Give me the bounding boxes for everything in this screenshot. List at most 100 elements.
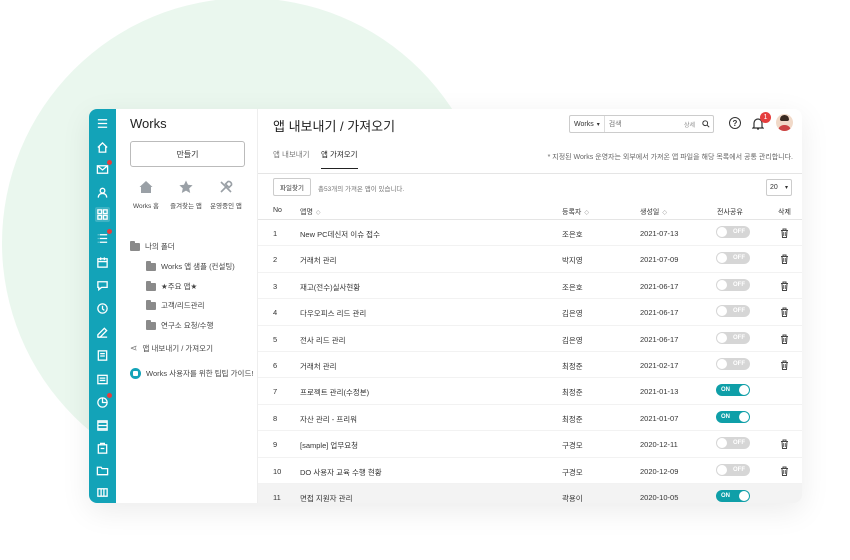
chat-icon[interactable]	[95, 278, 110, 293]
column-app-name[interactable]: 앱명 ◇	[300, 207, 321, 217]
folder-item[interactable]: 연구소 요청/수행	[146, 319, 213, 331]
table-row[interactable]: 2 거래처 관리 박지영 2021-07-09 OFF	[258, 246, 802, 273]
share-toggle[interactable]: OFF	[716, 305, 750, 318]
share-toggle[interactable]: OFF	[716, 226, 750, 238]
app-name[interactable]: 프로젝트 관리(수정본)	[300, 387, 369, 398]
owner-name: 최정준	[562, 414, 583, 424]
folder-item[interactable]: ★주요 앱★	[146, 280, 197, 292]
created-date: 2021-07-09	[640, 255, 679, 265]
apps-icon[interactable]	[95, 485, 110, 500]
list-icon[interactable]	[95, 229, 112, 246]
owner-name: 김은영	[562, 335, 583, 345]
works-icon[interactable]	[95, 207, 110, 222]
app-name[interactable]: DO 사용자 교육 수행 현황	[300, 467, 382, 478]
help-icon[interactable]: ?	[729, 117, 741, 129]
quick-works-home[interactable]: Works 홈	[126, 179, 166, 210]
table-row[interactable]: 9 [sample] 업무요청 구경모 2020-12-11 OFF	[258, 431, 802, 458]
trash-icon[interactable]	[780, 307, 789, 318]
trash-icon[interactable]	[780, 466, 789, 476]
app-name[interactable]: 거래처 관리	[300, 255, 337, 266]
clock-icon[interactable]	[95, 301, 110, 316]
main-content: 앱 내보내기 / 가져오기 Works ▾ 상세 ? 1 앱 내보내기 앱 가져…	[258, 109, 802, 503]
trash-icon[interactable]	[780, 281, 789, 291]
share-toggle[interactable]: ON	[716, 490, 750, 502]
avatar[interactable]	[776, 114, 793, 131]
search-input[interactable]	[604, 116, 684, 132]
export-import-link[interactable]: ⋖ 앱 내보내기 / 가져오기	[130, 343, 213, 354]
quick-favorite-apps[interactable]: 즐겨찾는 앱	[166, 179, 206, 210]
table-row[interactable]: 3 재고(전수)실사현황 조은호 2021-06-17 OFF	[258, 273, 802, 300]
table-row[interactable]: 7 프로젝트 관리(수정본) 최정준 2021-01-13 ON	[258, 378, 802, 405]
board-icon[interactable]	[95, 372, 110, 387]
search-scope-select[interactable]: Works ▾	[570, 116, 605, 132]
tab-import[interactable]: 앱 가져오기	[321, 149, 358, 169]
table-row[interactable]: 1 New PC데신저 이슈 접수 조은호 2021-07-13 OFF	[258, 220, 802, 247]
table-row[interactable]: 11 면접 지원자 관리 곽용이 2020-10-05 ON	[258, 484, 802, 503]
trash-icon[interactable]	[780, 360, 789, 370]
share-toggle[interactable]: OFF	[716, 278, 750, 291]
table-row[interactable]: 8 자산 관리 - 프리워 최정준 2021-01-07 ON	[258, 405, 802, 432]
app-name[interactable]: New PC데신저 이슈 접수	[300, 229, 380, 240]
app-name[interactable]: [sample] 업무요청	[300, 440, 358, 451]
table-row[interactable]: 4 다우오피스 리드 관리 김은영 2021-06-17 OFF	[258, 299, 802, 326]
share-toggle[interactable]: OFF	[716, 358, 750, 370]
share-toggle[interactable]: OFF	[716, 463, 750, 476]
share-toggle[interactable]: OFF	[716, 331, 750, 344]
search-bar: Works ▾ 상세	[569, 115, 714, 133]
trash-icon[interactable]	[780, 334, 789, 344]
calendar-icon[interactable]	[95, 255, 110, 270]
folder-item[interactable]: 고객/리드관리	[146, 299, 204, 311]
created-date: 2021-01-07	[640, 413, 679, 423]
edit-icon[interactable]	[95, 325, 110, 340]
quick-label: Works 홈	[132, 203, 160, 210]
folder-icon[interactable]	[95, 463, 110, 478]
owner-name: 최정준	[562, 388, 583, 398]
home-icon[interactable]	[95, 140, 110, 155]
folder-icon	[130, 240, 140, 251]
row-number: 7	[273, 387, 278, 397]
folder-item[interactable]: Works 앱 샘플 (컨설팅)	[146, 260, 235, 272]
divider	[258, 173, 802, 174]
file-find-button[interactable]: 파일찾기	[273, 178, 311, 196]
quick-operating-apps[interactable]: 운영중인 앱	[206, 179, 246, 210]
report-icon[interactable]	[95, 393, 112, 410]
share-toggle[interactable]: ON	[716, 384, 750, 397]
document-icon[interactable]	[95, 348, 110, 363]
my-folder[interactable]: 나의 폴더	[130, 240, 175, 252]
contacts-icon[interactable]	[95, 185, 110, 200]
table-row[interactable]: 5 전사 리드 관리 김은영 2021-06-17 OFF	[258, 326, 802, 352]
storage-icon[interactable]	[95, 418, 110, 433]
guide-link[interactable]: Works 사용자를 위한 팁팁 가이드!	[130, 368, 253, 379]
share-toggle[interactable]: ON	[716, 410, 750, 423]
table-header: No 앱명 ◇ 등록자 ◇ 생성일 ◇ 전사공유 삭제	[258, 203, 802, 220]
guide-icon	[130, 368, 141, 379]
sidebar-title: Works	[130, 116, 167, 131]
row-number: 1	[273, 229, 278, 238]
trash-icon[interactable]	[780, 228, 789, 238]
trash-icon[interactable]	[780, 439, 789, 450]
created-date: 2020-10-05	[640, 493, 679, 502]
app-name[interactable]: 거래처 관리	[300, 361, 337, 372]
app-name[interactable]: 재고(전수)실사현황	[300, 282, 360, 293]
approval-icon[interactable]	[95, 441, 110, 456]
column-created[interactable]: 생성일 ◇	[640, 207, 667, 217]
search-detail-toggle[interactable]: 상세	[684, 120, 699, 129]
search-icon[interactable]	[699, 120, 713, 128]
page-size-select[interactable]: 20 ▾	[766, 179, 792, 196]
share-toggle[interactable]: OFF	[716, 252, 750, 265]
mail-icon[interactable]	[95, 160, 112, 177]
menu-icon[interactable]	[95, 116, 110, 131]
home-icon	[139, 181, 153, 193]
tab-export[interactable]: 앱 내보내기	[273, 149, 310, 168]
trash-icon[interactable]	[780, 254, 789, 265]
app-name[interactable]: 다우오피스 리드 관리	[300, 308, 366, 319]
column-owner[interactable]: 등록자 ◇	[562, 207, 589, 217]
table-row[interactable]: 10 DO 사용자 교육 수행 현황 구경모 2020-12-09 OFF	[258, 458, 802, 484]
owner-name: 곽용이	[562, 494, 583, 503]
table-row[interactable]: 6 거래처 관리 최정준 2021-02-17 OFF	[258, 352, 802, 379]
app-name[interactable]: 자산 관리 - 프리워	[300, 414, 357, 425]
app-name[interactable]: 면접 지원자 관리	[300, 493, 352, 503]
app-name[interactable]: 전사 리드 관리	[300, 335, 346, 346]
share-toggle[interactable]: OFF	[716, 437, 750, 450]
create-button[interactable]: 만들기	[130, 141, 245, 167]
